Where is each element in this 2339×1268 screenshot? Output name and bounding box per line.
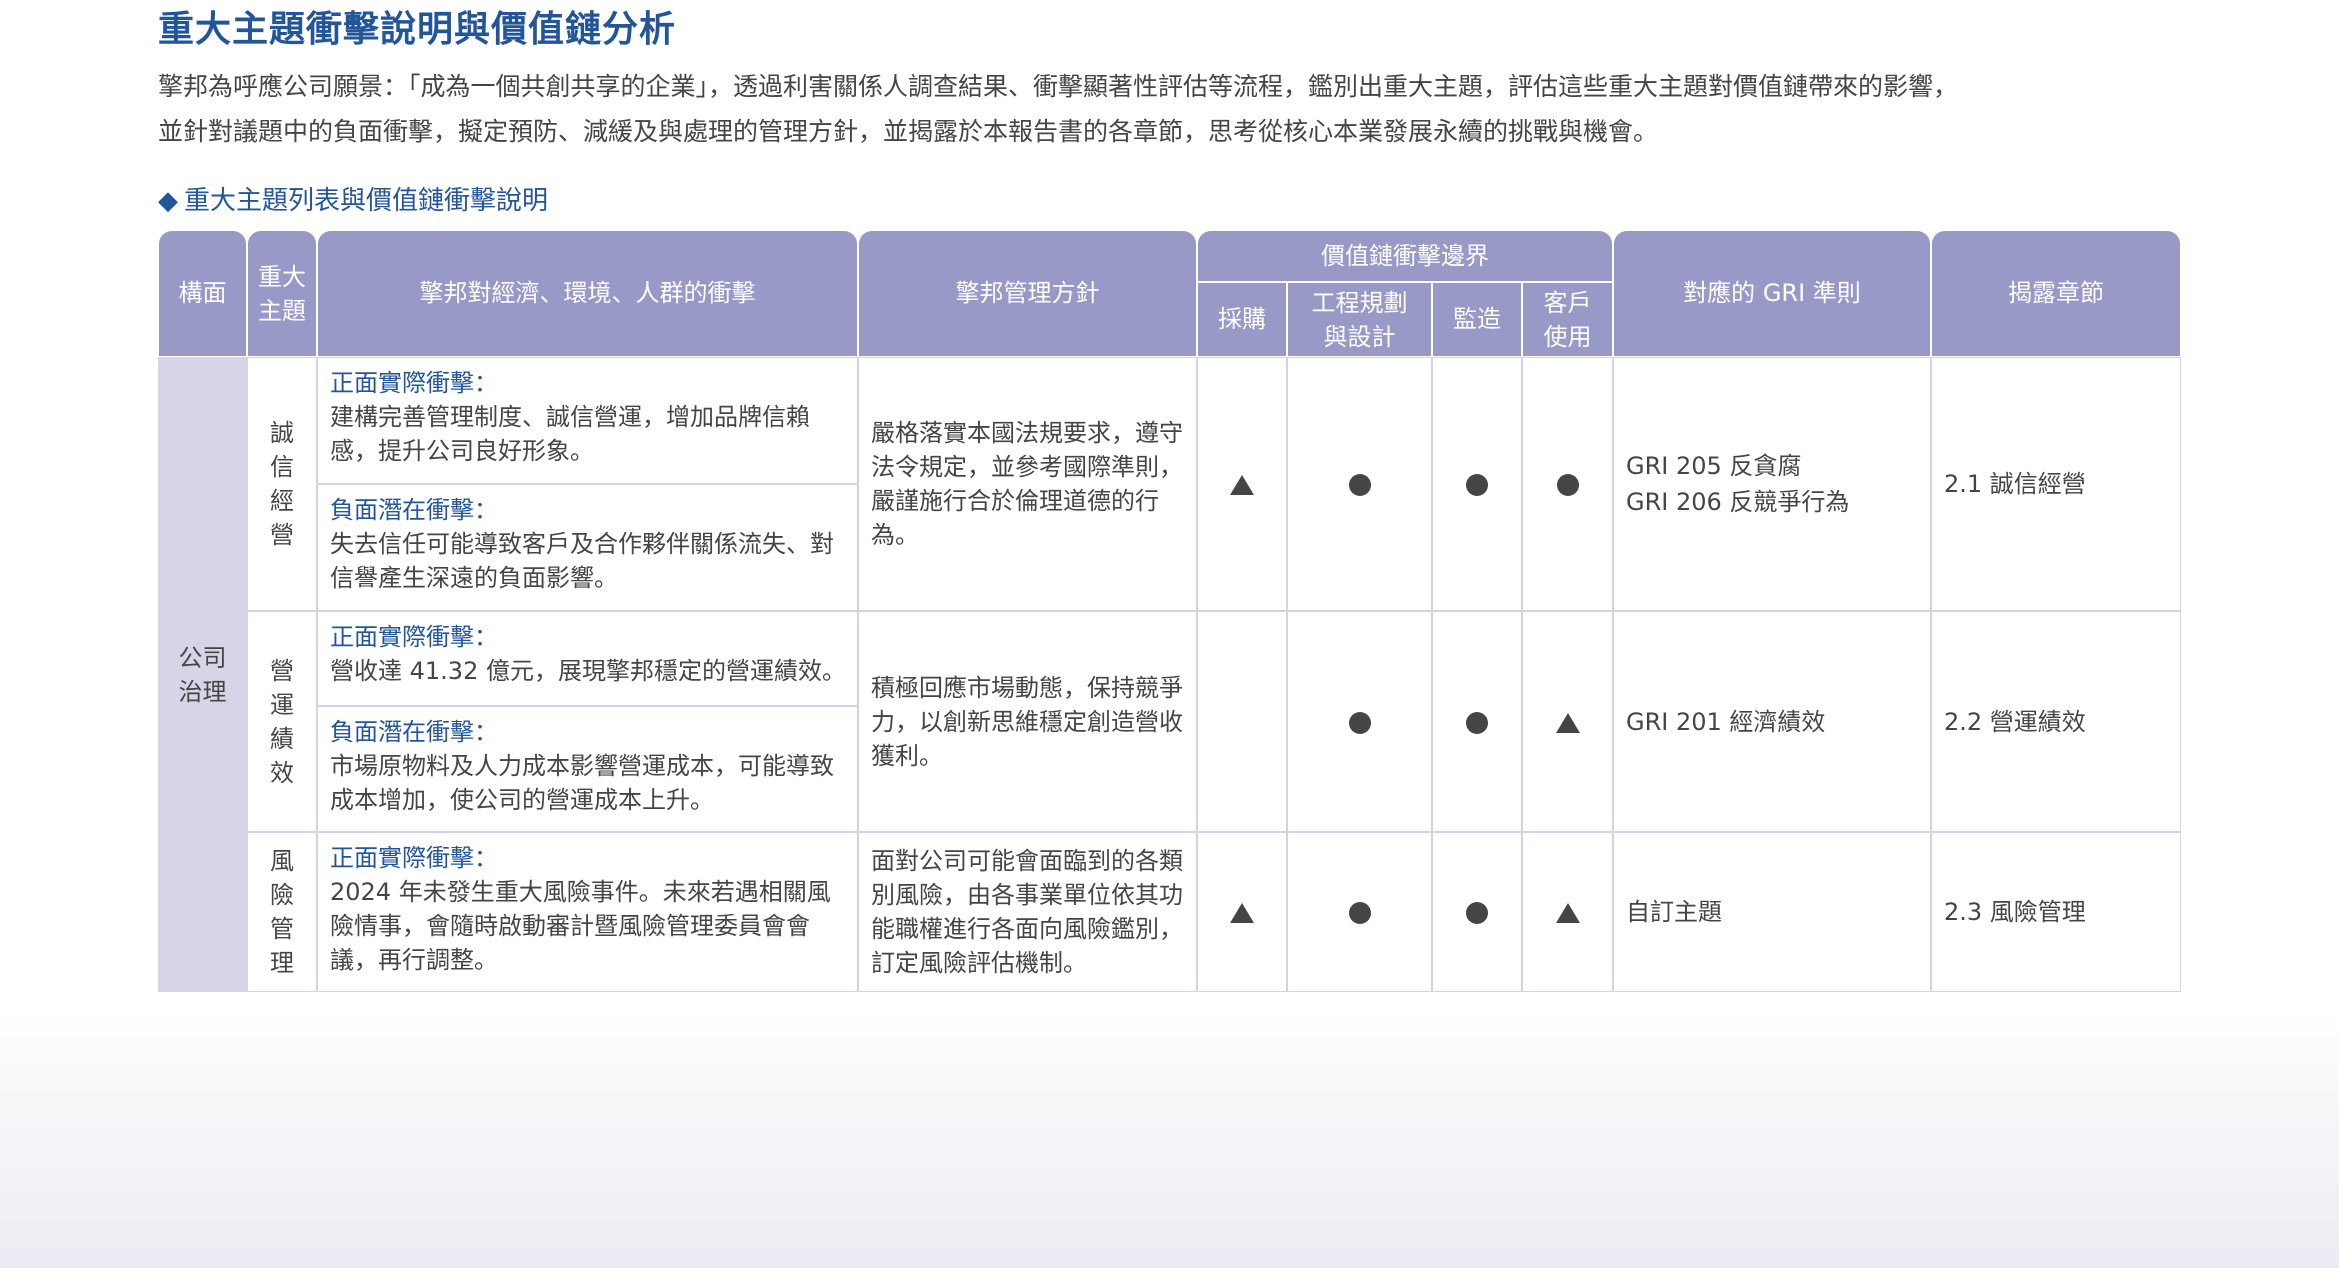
diamond-bullet-icon: ◆ — [158, 186, 178, 216]
circle-mark-icon — [1348, 902, 1371, 924]
positive-impact-text: 營收達 41.32 億元，展現擎邦穩定的營運績效。 — [330, 657, 846, 685]
negative-impact-label: 負面潛在衝擊： — [330, 496, 498, 524]
positive-impact-cell: 正面實際衝擊： 建構完善管理制度、誠信營運，增加品牌信賴感，提升公司良好形象。 — [317, 357, 858, 484]
header-procurement: 採購 — [1197, 282, 1287, 357]
procurement-mark — [1197, 832, 1287, 992]
header-dimension: 構面 — [158, 230, 247, 357]
header-disclosure: 揭露章節 — [1931, 230, 2181, 357]
positive-impact-cell: 正面實際衝擊： 營收達 41.32 億元，展現擎邦穩定的營運績效。 — [317, 611, 858, 706]
policy-cell: 嚴格落實本國法規要求，遵守法令規定，並參考國際準則，嚴謹施行合於倫理道德的行為。 — [858, 357, 1197, 611]
policy-cell: 積極回應市場動態，保持競爭力，以創新思維穩定創造營收獲利。 — [858, 611, 1197, 832]
positive-impact-label: 正面實際衝擊： — [330, 623, 498, 651]
negative-impact-text: 市場原物料及人力成本影響營運成本，可能導致成本增加，使公司的營運成本上升。 — [330, 752, 834, 814]
gri-standard: GRI 206 反競爭行為 — [1626, 488, 1850, 516]
disclosure-cell: 2.1 誠信經營 — [1931, 357, 2181, 611]
circle-mark-icon — [1466, 474, 1488, 496]
circle-mark-icon — [1556, 474, 1579, 496]
circle-mark-icon — [1348, 711, 1371, 734]
section-heading: ◆ 重大主題列表與價值鏈衝擊說明 — [158, 180, 548, 217]
customer-use-mark — [1522, 832, 1613, 992]
header-impact: 擎邦對經濟、環境、人群的衝擊 — [317, 230, 858, 357]
triangle-mark-icon — [1230, 903, 1254, 923]
circle-mark-icon — [1466, 711, 1488, 734]
topic-cell: 風險管理 — [247, 832, 317, 992]
circle-mark-icon — [1348, 474, 1371, 496]
gri-standard: GRI 205 反貪腐 — [1626, 452, 1802, 480]
gri-standard: GRI 201 經濟績效 — [1626, 707, 1826, 736]
positive-impact-text: 建構完善管理制度、誠信營運，增加品牌信賴感，提升公司良好形象。 — [330, 403, 810, 465]
engineering-mark — [1287, 357, 1432, 611]
material-topics-table: 構面 重大主題 擎邦對經濟、環境、人群的衝擊 擎邦管理方針 價值鏈衝擊邊界 對應… — [158, 230, 2181, 992]
gri-cell: 自訂主題 — [1613, 832, 1931, 992]
supervision-mark — [1432, 357, 1522, 611]
topic-cell: 誠信經營 — [247, 357, 317, 611]
positive-impact-cell: 正面實際衝擊： 2024 年未發生重大風險事件。未來若遇相關風險情事，會隨時啟動… — [317, 832, 858, 992]
negative-impact-label: 負面潛在衝擊： — [330, 718, 498, 746]
header-engineering: 工程規劃與設計 — [1287, 282, 1432, 357]
gri-cell: GRI 205 反貪腐 GRI 206 反競爭行為 — [1613, 357, 1931, 611]
header-value-chain: 價值鏈衝擊邊界 — [1197, 230, 1613, 282]
page-title: 重大主題衝擊說明與價值鏈分析 — [158, 9, 677, 50]
background-gradient — [0, 1008, 2339, 1268]
engineering-mark — [1287, 832, 1432, 992]
negative-impact-cell: 負面潛在衝擊： 市場原物料及人力成本影響營運成本，可能導致成本增加，使公司的營運… — [317, 706, 858, 832]
disclosure-cell: 2.3 風險管理 — [1931, 832, 2181, 992]
procurement-mark — [1197, 611, 1287, 832]
customer-use-mark — [1522, 357, 1613, 611]
disclosure-cell: 2.2 營運績效 — [1931, 611, 2181, 832]
header-gri: 對應的 GRI 準則 — [1613, 230, 1931, 357]
header-customer-use: 客戶使用 — [1522, 282, 1613, 357]
negative-impact-cell: 負面潛在衝擊： 失去信任可能導致客戶及合作夥伴關係流失、對信譽產生深遠的負面影響… — [317, 484, 858, 611]
circle-mark-icon — [1466, 902, 1488, 924]
header-topic: 重大主題 — [247, 230, 317, 357]
positive-impact-label: 正面實際衝擊： — [330, 844, 498, 872]
positive-impact-text: 2024 年未發生重大風險事件。未來若遇相關風險情事，會隨時啟動審計暨風險管理委… — [330, 878, 831, 974]
header-supervision: 監造 — [1432, 282, 1522, 357]
triangle-mark-icon — [1555, 712, 1580, 733]
intro-paragraph: 擎邦為呼應公司願景：「成為一個共創共享的企業」，透過利害關係人調查結果、衝擊顯著… — [158, 64, 2198, 154]
section-heading-text: 重大主題列表與價值鏈衝擊說明 — [184, 186, 549, 216]
procurement-mark — [1197, 357, 1287, 611]
topic-cell: 營運績效 — [247, 611, 317, 832]
triangle-mark-icon — [1555, 903, 1580, 923]
policy-cell: 面對公司可能會面臨到的各類別風險，由各事業單位依其功能職權進行各面向風險鑑別，訂… — [858, 832, 1197, 992]
header-policy: 擎邦管理方針 — [858, 230, 1197, 357]
negative-impact-text: 失去信任可能導致客戶及合作夥伴關係流失、對信譽產生深遠的負面影響。 — [330, 530, 834, 592]
intro-line: 並針對議題中的負面衝擊，擬定預防、減緩及與處理的管理方針，並揭露於本報告書的各章… — [158, 117, 1659, 146]
triangle-mark-icon — [1230, 475, 1254, 495]
positive-impact-label: 正面實際衝擊： — [330, 369, 498, 397]
intro-line: 擎邦為呼應公司願景：「成為一個共創共享的企業」，透過利害關係人調查結果、衝擊顯著… — [158, 72, 1959, 101]
customer-use-mark — [1522, 611, 1613, 832]
gri-standard: 自訂主題 — [1626, 898, 1722, 926]
dimension-cell: 公司治理 — [158, 357, 247, 992]
supervision-mark — [1432, 832, 1522, 992]
gri-cell: GRI 201 經濟績效 — [1613, 611, 1931, 832]
engineering-mark — [1287, 611, 1432, 832]
supervision-mark — [1432, 611, 1522, 832]
